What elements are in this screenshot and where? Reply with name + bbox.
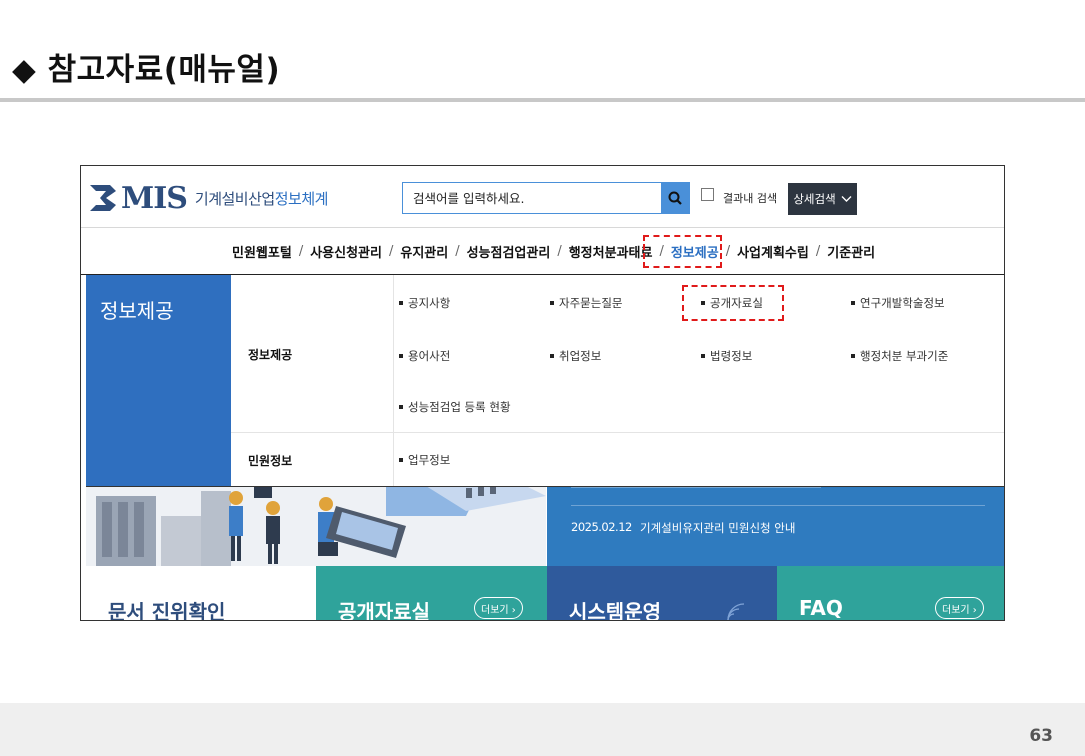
gnb-item-civil-portal[interactable]: 민원웹포털 (232, 242, 292, 261)
menu-item-faq[interactable]: 자주묻는질문 (550, 295, 622, 311)
tile-more-button[interactable]: 더보기 › (474, 597, 523, 619)
menu-item-employment[interactable]: 취업정보 (550, 348, 601, 364)
site-logo[interactable]: MIS 기계설비산업정보체계 (86, 178, 328, 218)
menu-item-notice[interactable]: 공지사항 (399, 295, 450, 311)
mega-category-civil-info: 민원정보 (231, 432, 394, 486)
gnb-highlight-box (643, 235, 722, 268)
gnb-item-administrative-penalty[interactable]: 행정처분과태료 (569, 242, 653, 261)
chevron-down-icon (841, 196, 852, 202)
menu-item-label: 행정처분 부과기준 (860, 349, 949, 363)
tile-title: 문서 진위확인 (108, 600, 226, 621)
hero-illustration (86, 486, 546, 566)
mega-category-information: 정보제공 (231, 275, 394, 432)
gnb-item-performance-inspection[interactable]: 성능점검업관리 (467, 242, 551, 261)
search-box (402, 182, 690, 214)
tile-more-button[interactable]: 더보기 › (935, 597, 984, 619)
tile-public-archive[interactable]: 공개자료실 더보기 › (316, 566, 547, 621)
menu-item-label: 취업정보 (559, 349, 602, 363)
menu-item-label: 공지사항 (408, 296, 451, 310)
gnb-separator: / (388, 244, 394, 259)
gnb-separator: / (455, 244, 460, 259)
header-divider (81, 227, 1004, 228)
logo-sub-dark: 기계설비산업 (194, 189, 275, 208)
slide-title: ◆ 참고자료(매뉴얼) (12, 52, 281, 88)
gnb-separator: / (298, 244, 304, 259)
bullet-icon (550, 301, 554, 305)
bullet-icon (701, 354, 705, 358)
gnb-item-usage-application[interactable]: 사용신청관리 (310, 242, 382, 261)
notice-panel: 2025.02.12 기계설비유지관리 민원신청 안내 (547, 478, 1004, 566)
gnb-item-maintenance[interactable]: 유지관리 (400, 242, 448, 261)
mega-category-label: 정보제공 (248, 348, 293, 362)
mis-logo-icon (90, 185, 116, 211)
tile-title: 공개자료실 (338, 600, 430, 621)
mega-category-label: 민원정보 (248, 454, 293, 468)
bullet-icon (550, 354, 554, 358)
logo-sub-blue: 정보체계 (274, 189, 329, 208)
signal-icon (727, 603, 745, 620)
tile-faq[interactable]: FAQ 더보기 › (777, 566, 1004, 620)
menu-item-penalty-standard[interactable]: 행정처분 부과기준 (851, 348, 948, 364)
menu-item-highlight-box (682, 285, 784, 321)
bullet-icon (399, 405, 403, 409)
tile-title: FAQ (799, 596, 843, 620)
menu-item-label: 연구개발학술정보 (860, 296, 945, 310)
advanced-search-button[interactable]: 상세검색 (788, 183, 857, 215)
gnb-item-business-plan[interactable]: 사업계획수립 (737, 242, 809, 261)
menu-item-registration-status[interactable]: 성능점검업 등록 현황 (399, 399, 511, 415)
industrial-illustration (96, 486, 546, 566)
gnb-item-standards[interactable]: 기준관리 (827, 242, 875, 261)
mega-menu-side: 정보제공 (86, 275, 231, 486)
advanced-search-label: 상세검색 (793, 192, 836, 206)
gnb-separator: / (725, 244, 731, 259)
tile-title: 시스템운영 (569, 600, 661, 621)
global-nav: 민원웹포털 / 사용신청관리 / 유지관리 / 성능점검업관리 / 행정처분과태… (232, 242, 875, 261)
menu-item-label: 법령정보 (710, 349, 753, 363)
notice-link[interactable]: 기계설비유지관리 민원신청 안내 (640, 520, 795, 536)
gnb-separator: / (815, 244, 821, 259)
notice-divider (571, 505, 985, 506)
menu-item-glossary[interactable]: 용어사전 (399, 348, 450, 364)
menu-item-label: 업무정보 (408, 453, 451, 467)
notice-date: 2025.02.12 (571, 520, 632, 534)
logo-mis-text: MIS (121, 180, 188, 216)
within-results-checkbox[interactable] (701, 188, 714, 201)
menu-item-work-info[interactable]: 업무정보 (399, 452, 450, 468)
search-icon (668, 191, 682, 205)
within-results-label: 결과내 검색 (723, 192, 778, 205)
menu-item-label: 성능점검업 등록 현황 (408, 400, 511, 414)
menu-item-law[interactable]: 법령정보 (701, 348, 752, 364)
tile-document-verification[interactable]: 문서 진위확인 (86, 566, 316, 621)
logo-subtitle: 기계설비산업정보체계 (194, 188, 329, 209)
menu-item-rnd-info[interactable]: 연구개발학술정보 (851, 295, 945, 311)
menu-item-label: 용어사전 (408, 349, 451, 363)
gnb-separator: / (557, 244, 562, 259)
tile-system-operation[interactable]: 시스템운영 (547, 566, 777, 621)
mega-menu: 정보제공 정보제공 민원정보 공지사항 자주묻는질문 공개자료실 연구개발학술정… (86, 275, 1004, 487)
search-input[interactable] (403, 183, 659, 213)
search-button[interactable] (661, 183, 689, 213)
page-number: 63 (1029, 726, 1053, 746)
bullet-icon (851, 301, 855, 305)
slide-footer: 63 (0, 703, 1085, 756)
menu-item-label: 자주묻는질문 (559, 296, 623, 310)
title-divider (0, 98, 1085, 102)
mega-menu-side-title: 정보제공 (100, 299, 174, 323)
bullet-icon (399, 354, 403, 358)
bullet-icon (399, 301, 403, 305)
bullet-icon (851, 354, 855, 358)
website-screenshot: MIS 기계설비산업정보체계 결과내 검색 상세검색 민원웹포털 / 사용신청관… (80, 165, 1005, 621)
bullet-icon (399, 458, 403, 462)
mega-row-divider (394, 432, 1004, 433)
